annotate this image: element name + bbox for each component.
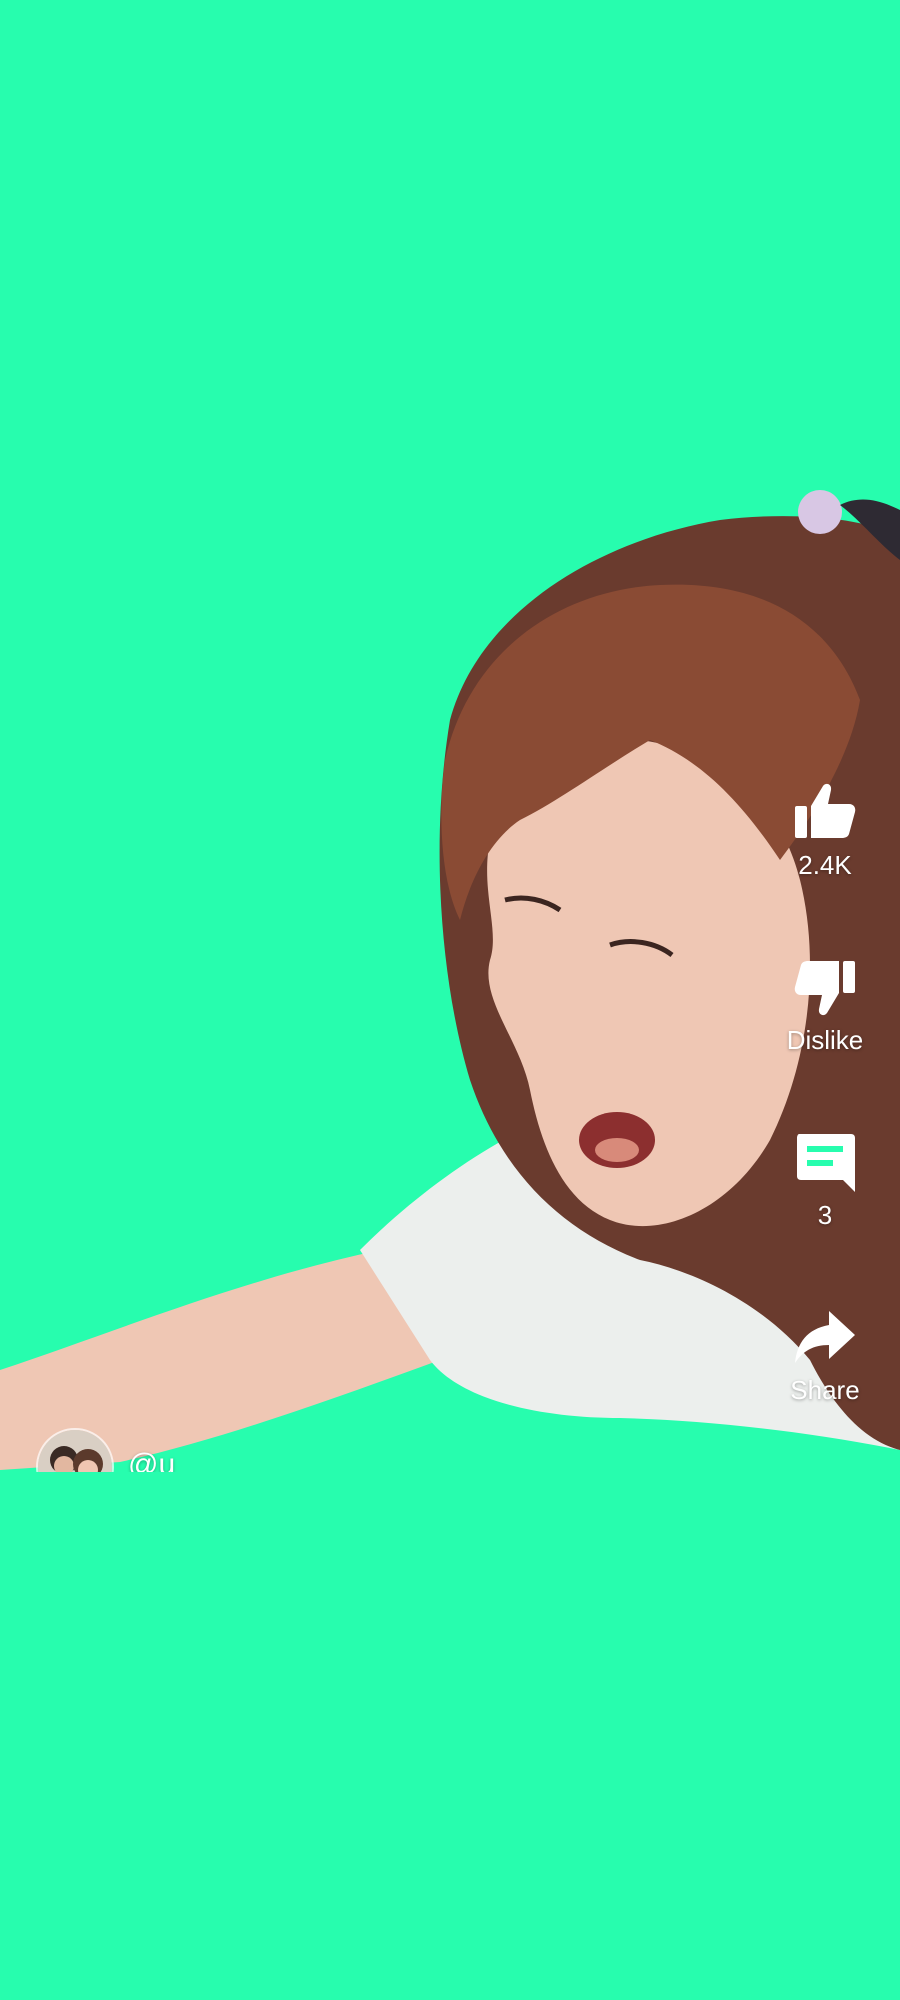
- dislike-button[interactable]: Dislike: [750, 955, 900, 1055]
- dislike-label: Dislike: [786, 1025, 864, 1055]
- thumbs-down-icon: [794, 961, 855, 1016]
- video-player[interactable]: 2.4K Dislike 3 Share @u: [0, 0, 900, 2000]
- comment-icon: [797, 1134, 855, 1192]
- like-count: 2.4K: [798, 850, 852, 880]
- empty-video-area: [0, 1472, 900, 2000]
- comments-button[interactable]: 3: [750, 1130, 900, 1230]
- hair-tie: [798, 490, 842, 534]
- share-label: Share: [790, 1375, 860, 1405]
- thumbs-up-icon: [795, 783, 856, 838]
- share-arrow-icon: [795, 1311, 855, 1363]
- share-button[interactable]: Share: [750, 1305, 900, 1405]
- comment-count: 3: [817, 1200, 833, 1230]
- like-button[interactable]: 2.4K: [750, 780, 900, 880]
